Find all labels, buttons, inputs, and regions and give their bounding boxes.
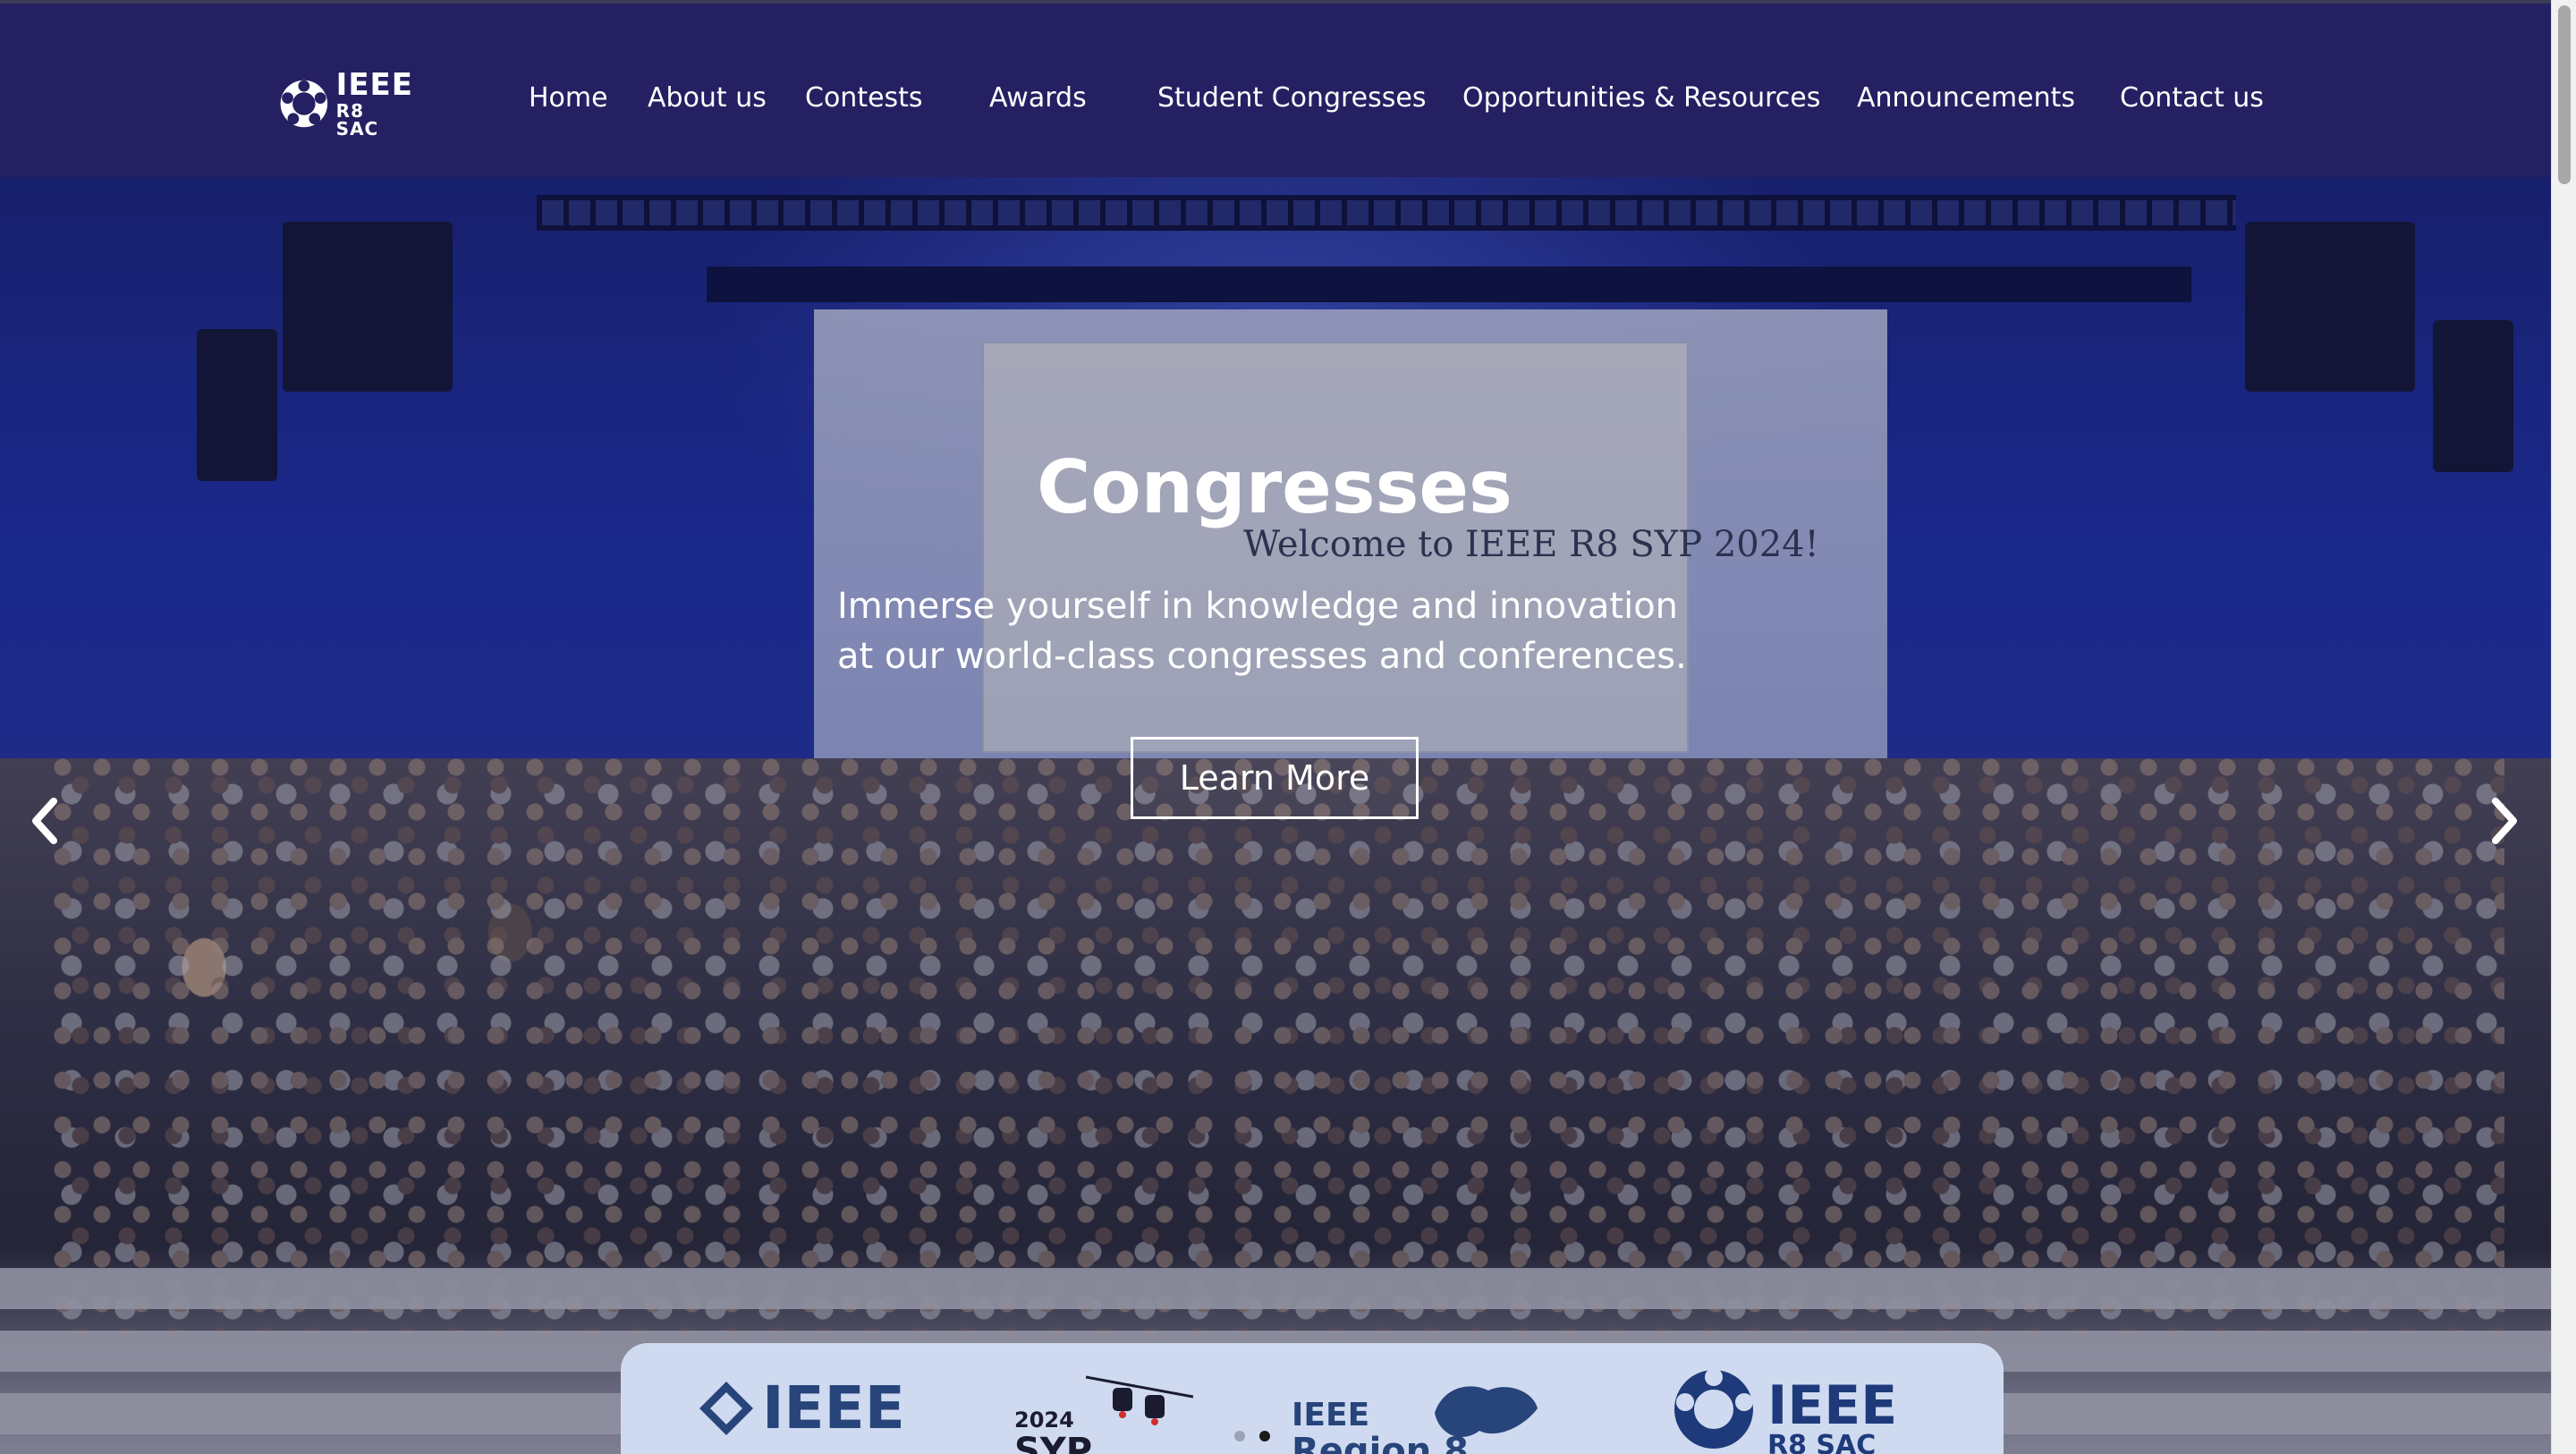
nav-contests[interactable]: Contests [805, 82, 923, 114]
region8-line1: IEEE [1292, 1397, 1370, 1433]
nav-student-congresses[interactable]: Student Congresses [1157, 82, 1426, 114]
chevron-left-icon [32, 798, 57, 844]
logo-text: IEEE R8 SAC [336, 70, 413, 138]
carousel-dot-2[interactable] [1259, 1431, 1270, 1441]
cable-car-icon [1086, 1375, 1193, 1425]
nav-contact-us[interactable]: Contact us [2120, 82, 2264, 114]
syp-text: SYP [1014, 1431, 1093, 1454]
ieee-region8-logo[interactable]: IEEE Region 8 [1292, 1370, 1538, 1454]
nav-announcements[interactable]: Announcements [1857, 82, 2075, 114]
hero-carousel: Welcome to IEEE R8 SYP 2024! Congresses … [0, 177, 2551, 1454]
syp-2024-logo[interactable]: 2024 SYP [1014, 1370, 1193, 1454]
carousel-indicators [1234, 1431, 1270, 1441]
sac-logo-mark-icon [280, 80, 328, 128]
hero-subtitle-line2: at our world-class congresses and confer… [837, 636, 1687, 677]
carousel-dot-1[interactable] [1234, 1431, 1245, 1441]
ieee-diamond-icon [699, 1381, 753, 1435]
partner-logos-strip: IEEE 2024 SYP IEEE Region 8 IEEE R8 SAC [621, 1343, 2004, 1454]
page-scrollbar[interactable] [2551, 0, 2576, 1454]
carousel-next-button[interactable] [2487, 794, 2522, 848]
nav-opportunities-resources[interactable]: Opportunities & Resources [1462, 82, 1820, 114]
logo-line1: IEEE [335, 67, 413, 103]
hero-subtitle-line1: Immerse yourself in knowledge and innova… [837, 586, 1679, 627]
sac-partner-text: IEEE R8 SAC [1767, 1379, 1897, 1454]
syp-year: 2024 [1014, 1408, 1074, 1433]
nav-about-us[interactable]: About us [648, 82, 767, 114]
logo-line2: R8 SAC [335, 100, 379, 139]
nav-awards[interactable]: Awards [989, 82, 1087, 114]
nav-home[interactable]: Home [529, 82, 608, 114]
carousel-prev-button[interactable] [27, 794, 63, 848]
learn-more-button[interactable]: Learn More [1131, 737, 1419, 819]
chevron-right-icon [2492, 798, 2517, 844]
top-navbar: IEEE R8 SAC Home About us Contests Award… [0, 0, 2551, 177]
hero-subtitle: Immerse yourself in knowledge and innova… [837, 581, 1714, 681]
sac-swirl-icon [1674, 1368, 1753, 1449]
sac-partner-line1: IEEE [1767, 1374, 1898, 1437]
ieee-partner-text: IEEE [762, 1374, 905, 1442]
ieee-r8-sac-partner-logo[interactable]: IEEE R8 SAC [1671, 1366, 1897, 1454]
scrollbar-thumb[interactable] [2558, 5, 2571, 184]
hero-title: Congresses [1037, 445, 1513, 530]
globe-icon [1435, 1386, 1538, 1438]
ieee-partner-logo[interactable]: IEEE [698, 1374, 905, 1442]
ieee-r8-sac-logo[interactable]: IEEE R8 SAC [279, 70, 413, 138]
